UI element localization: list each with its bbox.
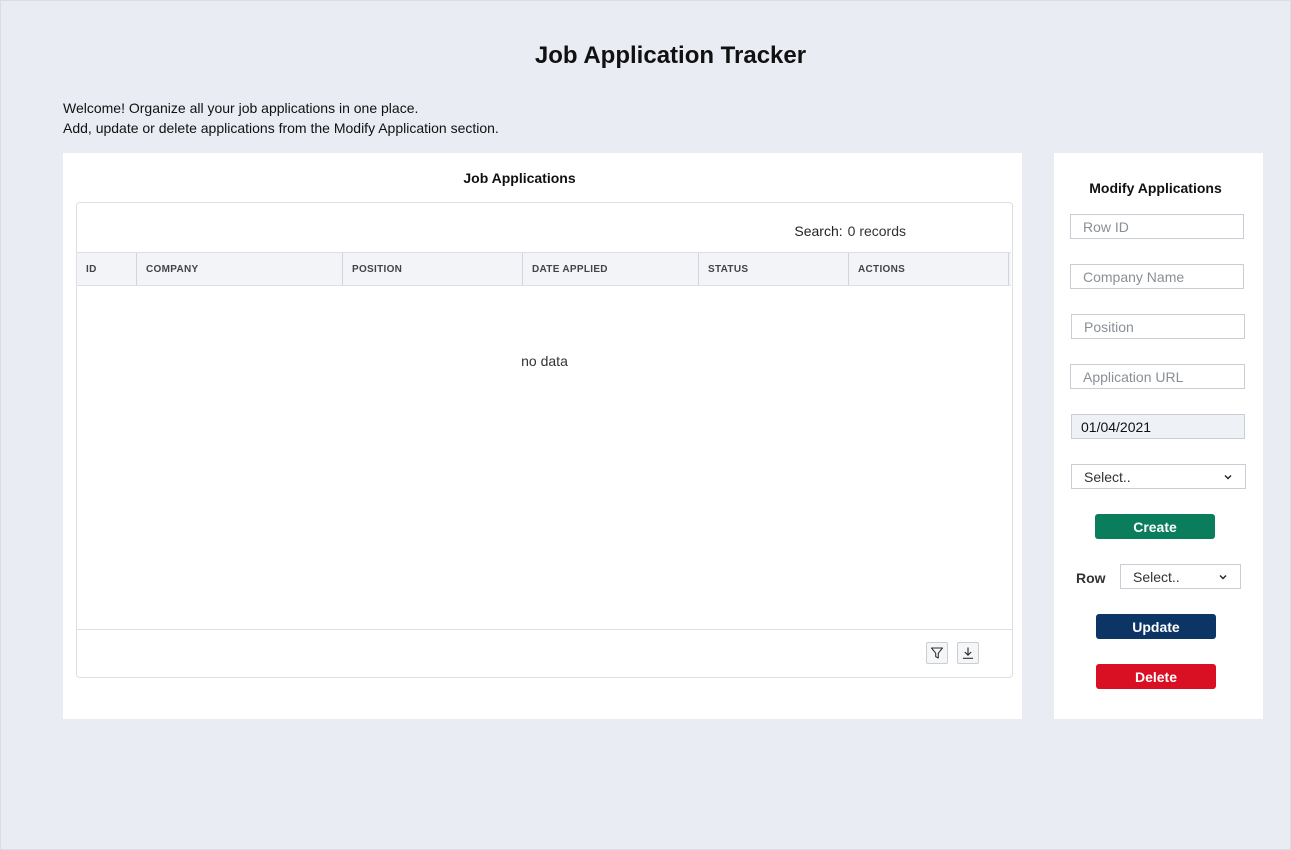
status-select-value: Select.. <box>1084 468 1131 485</box>
table-footer <box>77 629 1012 677</box>
table-header: ID COMPANY POSITION DATE APPLIED STATUS … <box>77 252 1011 286</box>
row-select[interactable]: Select.. <box>1120 564 1241 589</box>
column-header-id[interactable]: ID <box>77 253 137 285</box>
create-button[interactable]: Create <box>1095 514 1215 539</box>
intro-text: Welcome! Organize all your job applicati… <box>63 98 499 138</box>
row-id-input[interactable] <box>1070 214 1244 239</box>
column-header-company[interactable]: COMPANY <box>137 253 343 285</box>
records-count: 0 records <box>847 223 906 239</box>
search-area[interactable]: Search: 0 records <box>794 223 906 239</box>
chevron-down-icon <box>1219 575 1227 580</box>
row-select-value: Select.. <box>1133 568 1180 585</box>
modify-applications-title: Modify Applications <box>1089 180 1222 196</box>
column-header-status[interactable]: STATUS <box>699 253 849 285</box>
row-label: Row <box>1076 570 1106 586</box>
column-header-actions[interactable]: ACTIONS <box>849 253 1009 285</box>
page: Job Application Tracker Welcome! Organiz… <box>0 0 1291 850</box>
modify-applications-panel: Modify Applications Select.. Create Row … <box>1054 153 1263 719</box>
date-applied-input[interactable] <box>1071 414 1245 439</box>
download-icon <box>963 647 973 659</box>
applications-table: Search: 0 records ID COMPANY POSITION DAT… <box>76 202 1013 678</box>
filter-button[interactable] <box>926 642 948 664</box>
position-input[interactable] <box>1071 314 1245 339</box>
job-applications-panel: Job Applications Search: 0 records ID COM… <box>63 153 1022 719</box>
company-name-input[interactable] <box>1070 264 1244 289</box>
search-label: Search: <box>794 223 843 239</box>
intro-line-1: Welcome! Organize all your job applicati… <box>63 100 419 116</box>
filter-icon <box>930 647 944 659</box>
status-select[interactable]: Select.. <box>1071 464 1246 489</box>
application-url-input[interactable] <box>1070 364 1245 389</box>
update-button[interactable]: Update <box>1096 614 1216 639</box>
column-header-position[interactable]: POSITION <box>343 253 523 285</box>
empty-state: no data <box>521 353 568 369</box>
job-applications-title: Job Applications <box>463 170 576 186</box>
chevron-down-icon <box>1224 475 1232 480</box>
page-title: Job Application Tracker <box>534 42 807 69</box>
delete-button[interactable]: Delete <box>1096 664 1216 689</box>
download-button[interactable] <box>957 642 979 664</box>
column-header-date-applied[interactable]: DATE APPLIED <box>523 253 699 285</box>
intro-line-2: Add, update or delete applications from … <box>63 120 499 136</box>
